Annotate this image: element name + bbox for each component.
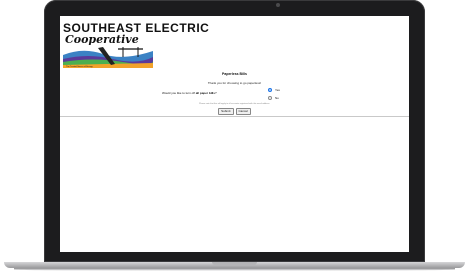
laptop-lid-notch bbox=[212, 262, 257, 265]
radio-no-button[interactable] bbox=[268, 96, 272, 100]
laptop-shadow bbox=[14, 268, 455, 271]
question-emphasis: all paper bills bbox=[195, 91, 215, 95]
form-title: Paperless Bills bbox=[222, 72, 247, 76]
browser-viewport: SOUTHEAST ELECTRIC Cooperative The Trust… bbox=[60, 16, 409, 252]
radio-option-no[interactable]: No bbox=[268, 96, 279, 100]
paper-bill-question: Would you like to turn off all paper bil… bbox=[162, 91, 217, 95]
form-actions: Submit Cancel bbox=[60, 108, 409, 115]
radio-option-yes[interactable]: Yes bbox=[268, 88, 280, 92]
question-suffix: ? bbox=[214, 91, 217, 95]
question-prefix: Would you like to turn off bbox=[162, 91, 196, 95]
logo-tagline: The Trusted Source of Energy bbox=[66, 66, 93, 68]
company-logo[interactable]: SOUTHEAST ELECTRIC Cooperative The Trust… bbox=[63, 18, 209, 70]
thank-you-message: Thank you for choosing to go paperless! bbox=[207, 81, 262, 85]
logo-landscape-icon bbox=[63, 45, 153, 68]
radio-yes-button[interactable] bbox=[268, 88, 272, 92]
webcam-icon bbox=[276, 3, 280, 7]
cancel-button[interactable]: Cancel bbox=[235, 108, 251, 115]
submit-button[interactable]: Submit bbox=[218, 108, 234, 115]
page-divider bbox=[60, 116, 409, 117]
radio-yes-label[interactable]: Yes bbox=[275, 88, 280, 92]
radio-no-label[interactable]: No bbox=[275, 96, 279, 100]
account-hint-text: Please note that this will apply to all … bbox=[199, 103, 270, 105]
